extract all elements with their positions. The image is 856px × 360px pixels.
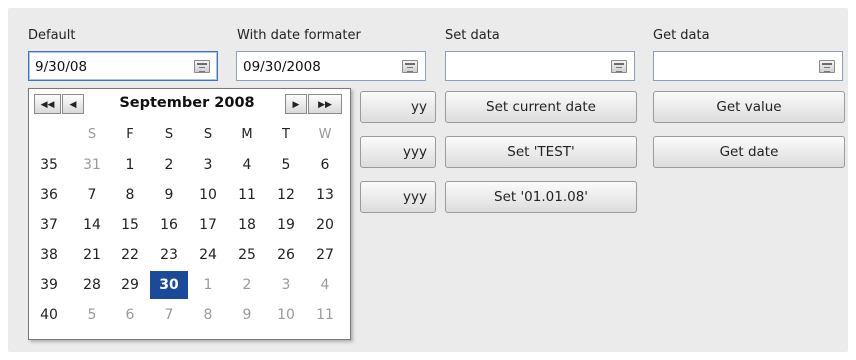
weekday-label: S <box>87 127 97 142</box>
next-month-button[interactable]: ▶ <box>285 94 307 114</box>
calendar-day[interactable]: 12 <box>267 181 305 209</box>
calendar-day[interactable]: 18 <box>228 211 266 239</box>
default-date-field[interactable]: 9/30/08 <box>28 51 218 81</box>
calendar-day[interactable]: 5 <box>73 301 111 329</box>
calendar-icon[interactable] <box>194 60 210 73</box>
calendar-day[interactable]: 11 <box>228 181 266 209</box>
calendar-day[interactable]: 6 <box>111 301 149 329</box>
label-default: Default <box>28 28 76 43</box>
calendar-day[interactable]: 9 <box>228 301 266 329</box>
calendar-day[interactable]: 25 <box>228 241 266 269</box>
get-date-button[interactable]: Get date <box>653 136 845 168</box>
label-set-data: Set data <box>445 28 500 43</box>
prev-month-button[interactable]: ◀ <box>62 94 84 114</box>
prev-year-button[interactable]: ◀◀ <box>34 94 61 114</box>
calendar-day[interactable]: 7 <box>73 181 111 209</box>
calendar-day[interactable]: 4 <box>228 151 266 179</box>
format-button-1[interactable]: yy <box>360 91 436 123</box>
calendar-day[interactable]: 8 <box>111 181 149 209</box>
calendar-day[interactable]: 6 <box>306 151 344 179</box>
calendar-day[interactable]: 24 <box>189 241 227 269</box>
format-button-3-label: yyy <box>403 189 427 205</box>
weekday-label: M <box>241 127 253 142</box>
calendar-day[interactable]: 7 <box>150 301 188 329</box>
calendar-day[interactable]: 13 <box>306 181 344 209</box>
calendar-day[interactable]: 17 <box>189 211 227 239</box>
calendar-week-row: 38 21 22 23 24 25 26 27 <box>29 241 350 271</box>
get-value-button[interactable]: Get value <box>653 91 845 123</box>
calendar-day[interactable]: 23 <box>150 241 188 269</box>
calendar-grid: S F S S M T W 35 31 1 2 3 4 5 6 36 7 8 9 10 11 12 13 37 1… <box>29 121 350 331</box>
calendar-day[interactable]: 2 <box>228 271 266 299</box>
next-year-button[interactable]: ▶▶ <box>308 94 342 114</box>
weekday-label: F <box>126 127 134 142</box>
set-data-date-field[interactable] <box>445 51 635 81</box>
calendar-day[interactable]: 11 <box>306 301 344 329</box>
format-button-2[interactable]: yyy <box>360 136 436 168</box>
calendar-day[interactable]: 9 <box>150 181 188 209</box>
format-button-2-label: yyy <box>403 144 427 160</box>
get-data-date-field[interactable] <box>653 51 843 81</box>
calendar-day[interactable]: 26 <box>267 241 305 269</box>
calendar-day[interactable]: 1 <box>189 271 227 299</box>
calendar-week-row: 39 28 29 30 1 2 3 4 <box>29 271 350 301</box>
calendar-day[interactable]: 14 <box>73 211 111 239</box>
month-title: September 2008 <box>119 95 255 111</box>
week-number: 40 <box>30 301 68 329</box>
calendar-popup: ◀◀ ◀ September 2008 ▶ ▶▶ S F S S M T W 3… <box>28 88 351 340</box>
calendar-day[interactable]: 27 <box>306 241 344 269</box>
format-button-1-label: yy <box>411 99 427 115</box>
formatted-date-field[interactable]: 09/30/2008 <box>236 51 426 81</box>
calendar-day[interactable]: 28 <box>73 271 111 299</box>
week-number-header <box>30 121 68 149</box>
calendar-day[interactable]: 22 <box>111 241 149 269</box>
calendar-icon[interactable] <box>819 60 835 73</box>
calendar-week-row: 36 7 8 9 10 11 12 13 <box>29 181 350 211</box>
week-number: 36 <box>30 181 68 209</box>
calendar-day[interactable]: 2 <box>150 151 188 179</box>
weekday-header-row: S F S S M T W <box>29 121 350 151</box>
calendar-day[interactable]: 3 <box>189 151 227 179</box>
main-panel: Default With date formater Set data Get … <box>8 8 848 352</box>
calendar-day[interactable]: 1 <box>111 151 149 179</box>
week-number: 37 <box>30 211 68 239</box>
calendar-week-row: 40 5 6 7 8 9 10 11 <box>29 301 350 331</box>
format-button-3[interactable]: yyy <box>360 181 436 213</box>
calendar-week-row: 35 31 1 2 3 4 5 6 <box>29 151 350 181</box>
calendar-icon[interactable] <box>402 60 418 73</box>
weekday-label: W <box>318 127 332 142</box>
calendar-day[interactable]: 15 <box>111 211 149 239</box>
calendar-day[interactable]: 8 <box>189 301 227 329</box>
calendar-day[interactable]: 4 <box>306 271 344 299</box>
set-current-date-button[interactable]: Set current date <box>445 91 637 123</box>
set-01-01-08-button[interactable]: Set '01.01.08' <box>445 181 637 213</box>
calendar-day[interactable]: 10 <box>267 301 305 329</box>
calendar-day[interactable]: 10 <box>189 181 227 209</box>
formatted-date-value: 09/30/2008 <box>243 59 321 75</box>
calendar-day[interactable]: 16 <box>150 211 188 239</box>
week-number: 39 <box>30 271 68 299</box>
calendar-day[interactable]: 29 <box>111 271 149 299</box>
label-get-data: Get data <box>653 28 710 43</box>
week-number: 35 <box>30 151 68 179</box>
weekday-label: S <box>203 127 213 142</box>
weekday-label: S <box>164 127 174 142</box>
calendar-day[interactable]: 5 <box>267 151 305 179</box>
default-date-value: 9/30/08 <box>35 59 88 75</box>
calendar-day[interactable]: 3 <box>267 271 305 299</box>
calendar-day[interactable]: 30 <box>150 271 188 299</box>
set-test-button[interactable]: Set 'TEST' <box>445 136 637 168</box>
calendar-header: ◀◀ ◀ September 2008 ▶ ▶▶ <box>29 89 350 119</box>
calendar-day[interactable]: 19 <box>267 211 305 239</box>
weekday-label: T <box>282 127 290 142</box>
week-number: 38 <box>30 241 68 269</box>
calendar-day[interactable]: 31 <box>73 151 111 179</box>
calendar-day[interactable]: 20 <box>306 211 344 239</box>
calendar-week-row: 37 14 15 16 17 18 19 20 <box>29 211 350 241</box>
calendar-day[interactable]: 21 <box>73 241 111 269</box>
label-with-date-formater: With date formater <box>237 28 361 43</box>
calendar-icon[interactable] <box>611 60 627 73</box>
